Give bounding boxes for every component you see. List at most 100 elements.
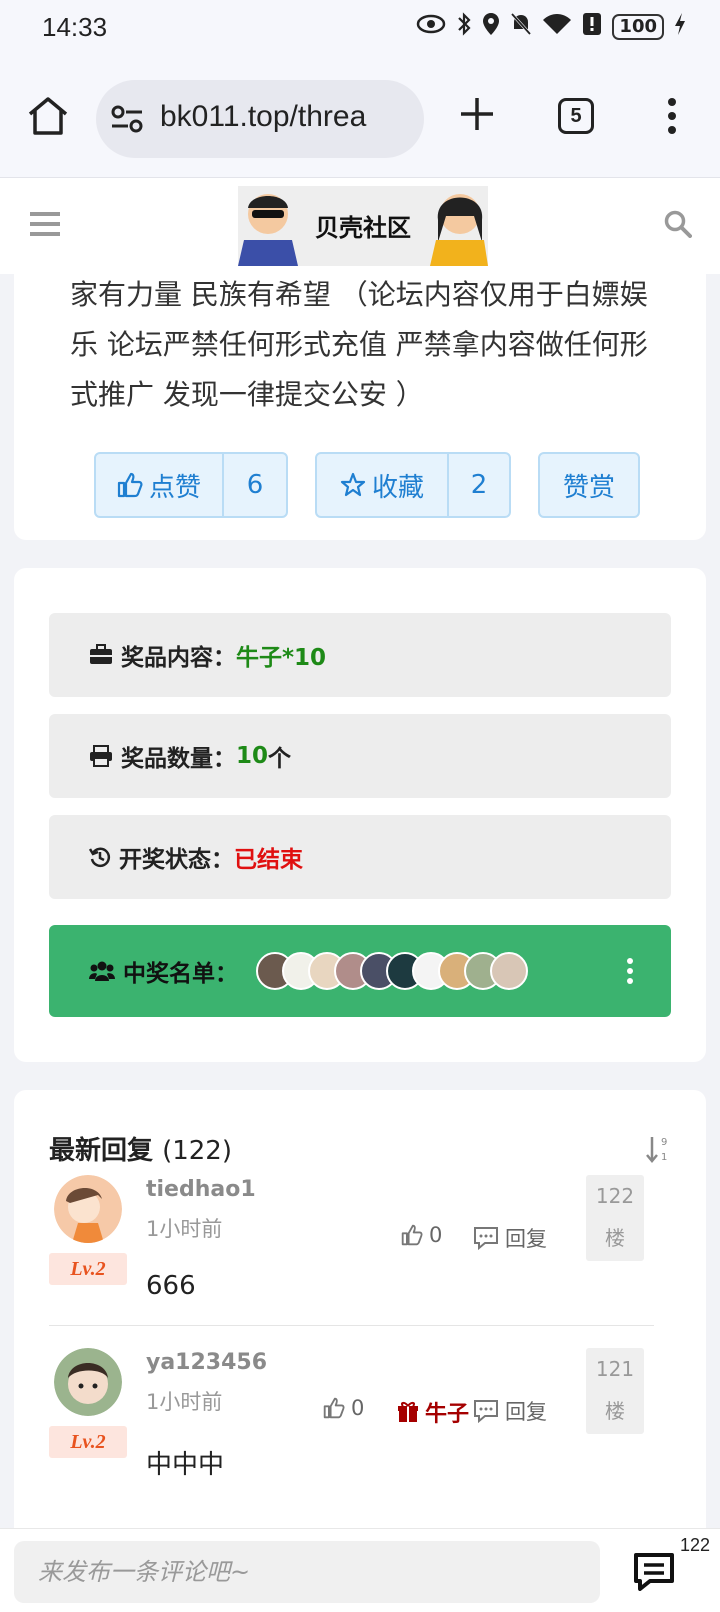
lottery-card: 奖品内容： 牛子*10 奖品数量： 10 个 开奖状态： 已结束 中奖名单： [14,568,706,1062]
favorite-count: 2 [470,470,488,500]
like-count: 6 [246,470,264,500]
post-card: 家有力量 民族有希望 （论坛内容仅用于白嫖娱乐 论坛严禁任何形式充值 严禁拿内容… [14,270,706,540]
reply-like-button[interactable]: 0 [401,1223,442,1247]
reply-like-count: 0 [429,1223,443,1247]
winner-avatars [256,952,528,990]
prize-quantity-row: 奖品数量： 10 个 [49,714,671,798]
draw-status-row: 开奖状态： 已结束 [49,815,671,899]
status-bar: 14:33 100 [0,0,720,56]
reply-like-count: 0 [351,1396,365,1420]
comment-icon [474,1400,498,1423]
sort-icon[interactable]: 91 [646,1134,672,1164]
location-icon [482,12,500,42]
quantity-unit: 个 [268,746,292,772]
replies-count: (122) [162,1136,232,1166]
replies-title: 最新回复 [49,1136,154,1166]
svg-text:1: 1 [661,1152,667,1163]
winners-label: 中奖名单： [123,961,238,987]
address-bar[interactable]: bk011.top/threa [96,80,424,158]
mute-bell-icon [510,12,532,42]
briefcase-icon [90,644,112,664]
url-text: bk011.top/threa [160,100,367,133]
menu-icon[interactable] [30,210,60,238]
gift-button[interactable]: 牛子 [397,1396,469,1428]
printer-icon [90,745,112,767]
floor-number: 121 楼 [586,1348,644,1434]
star-icon [340,472,366,497]
reply-time: 1小时前 [146,1217,223,1241]
winners-row[interactable]: 中奖名单： [49,925,671,1017]
battery-indicator: 100 [612,14,664,40]
reply-like-button[interactable]: 0 [323,1396,364,1420]
divider [49,1325,654,1326]
quantity-label: 奖品数量： [121,746,236,772]
status-icons: 100 [416,12,686,42]
username[interactable]: ya123456 [146,1350,267,1375]
comment-icon [474,1227,498,1250]
alert-icon [582,12,602,42]
thumbs-up-icon [401,1224,423,1246]
reply-time: 1小时前 [146,1390,223,1414]
favorite-button[interactable]: 收藏 2 [315,452,511,518]
floor-number: 122 楼 [586,1175,644,1261]
username[interactable]: tiedhao1 [146,1177,256,1202]
avatar[interactable] [54,1175,122,1243]
winner-avatar[interactable] [490,952,528,990]
reply-button[interactable]: 回复 [473,1396,547,1426]
comment-input[interactable] [14,1541,600,1603]
floor-num: 121 [595,1357,635,1381]
status-time: 14:33 [42,12,108,42]
status-label: 开奖状态： [119,847,234,873]
logo-text: 贝壳社区 [315,214,411,242]
post-body-text: 家有力量 民族有希望 （论坛内容仅用于白嫖娱乐 论坛严禁任何形式充值 严禁拿内容… [70,278,648,411]
wifi-icon [542,13,572,41]
history-icon [89,847,111,868]
thumbs-up-icon [323,1397,345,1419]
prize-label: 奖品内容： [121,645,236,671]
comment-list-icon[interactable] [632,1551,676,1591]
search-icon[interactable] [664,210,692,238]
reply-label: 回复 [505,1227,547,1251]
more-icon[interactable] [625,957,635,985]
prize-content-row: 奖品内容： 牛子*10 [49,613,671,697]
like-label-segment[interactable]: 点赞 [96,454,222,516]
status-value: 已结束 [234,847,303,873]
floor-num: 122 [595,1184,635,1208]
site-settings-icon[interactable] [110,103,144,135]
quantity-value: 10 [236,743,269,769]
home-icon[interactable] [26,94,70,138]
replies-heading: 最新回复 (122) [49,1130,232,1167]
favorite-label: 收藏 [371,472,424,503]
gift-icon [398,1402,418,1422]
users-icon [89,961,115,981]
reward-button[interactable]: 赞赏 [538,452,640,518]
eye-icon [416,14,446,40]
floor-unit: 楼 [605,1399,625,1423]
thumbs-up-icon [117,472,143,498]
comment-bar: 122 [0,1528,720,1612]
level-badge: Lv.2 [49,1426,127,1458]
prize-value: 牛子*10 [236,645,327,671]
avatar[interactable] [54,1348,122,1416]
tab-switcher-button[interactable]: 5 [558,98,594,134]
charging-icon [674,12,686,42]
replies-card: 最新回复 (122) 91 Lv.2 tiedhao1 1小时前 666 0 回… [14,1090,706,1550]
new-tab-icon[interactable] [455,92,499,136]
gift-label: 牛子 [425,1402,470,1427]
comment-count: 122 [680,1535,711,1555]
site-logo[interactable]: 贝壳社区 [238,186,488,266]
svg-text:9: 9 [661,1137,667,1148]
floor-unit: 楼 [605,1226,625,1250]
site-header: 贝壳社区 [0,178,720,274]
reply-button[interactable]: 回复 [473,1223,547,1253]
browser-toolbar: bk011.top/threa 5 [0,56,720,178]
bluetooth-icon [456,12,472,42]
level-badge: Lv.2 [49,1253,127,1285]
reply-label: 回复 [505,1400,547,1424]
like-label: 点赞 [148,472,201,503]
like-button[interactable]: 点赞 6 [94,452,288,518]
reply-content: 666 [146,1271,196,1301]
reply-content: 中中中 [146,1450,225,1480]
more-menu-icon[interactable] [660,96,684,136]
favorite-label-segment[interactable]: 收藏 [317,454,447,516]
